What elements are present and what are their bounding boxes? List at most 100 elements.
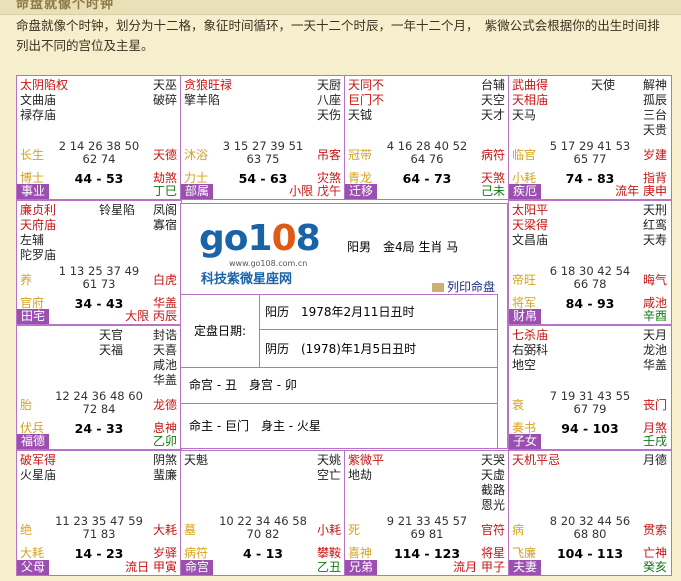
star-label: 天府庙: [20, 218, 57, 232]
life-stage: 帝旺: [512, 273, 537, 287]
stem-branch: 流月 甲子: [453, 560, 505, 574]
life-stage: 绝: [20, 523, 33, 537]
star-label: 蜚廉: [152, 468, 177, 482]
main-stars: 太阳平 天梁得 文昌庙: [512, 203, 548, 248]
palace-name[interactable]: 兄弟: [345, 560, 378, 575]
palace-cell[interactable]: 紫微平 地劫 天哭 天虚 截路 恩光 9 21 33 45 57 69 81 死官符 喜神 114…: [344, 450, 510, 576]
center-divider: [497, 294, 498, 448]
star-label: 铃星陷: [99, 203, 136, 217]
year-god: 官符: [480, 523, 505, 537]
life-stage: 长生: [20, 148, 45, 162]
star-label: 阴煞: [152, 453, 177, 467]
star-label: 红鸾: [642, 218, 667, 232]
palace-name[interactable]: 疾厄: [509, 184, 542, 199]
year-god: 晦气: [642, 273, 667, 287]
palace-name[interactable]: 命宫: [181, 560, 214, 575]
palace-name[interactable]: 父母: [17, 560, 50, 575]
star-label: 华盖: [152, 373, 177, 387]
palace-cell[interactable]: 太阴陷权 文曲庙 禄存庙 天巫 破碎 2 14 26 38 50 62 74 长生 天德 博士 4…: [16, 75, 182, 200]
palace-cell[interactable]: 天官 天福 封诰 天喜 咸池 华盖 12 24 36 48 60 72 84 胎龙德 伏兵 24 …: [16, 325, 182, 450]
star-label: 八座: [316, 93, 341, 107]
star-label: 破军得: [20, 453, 57, 467]
aux-stars: 解神 孤辰 三台 天贵: [643, 78, 667, 138]
palace-name[interactable]: 财帛: [509, 309, 542, 324]
star-label: 华盖: [642, 358, 667, 372]
palace-cell[interactable]: 破军得 火星庙 阴煞 蜚廉 11 23 35 47 59 71 83 绝大耗 大耗 14 - …: [16, 450, 182, 576]
palace-cell[interactable]: 天魁 天姚 空亡 10 22 34 46 58 70 82 墓小耗 病符 4 - 13 攀鞍命…: [180, 450, 346, 576]
stem-branch: 小限 戊午: [289, 184, 341, 198]
general-god: 将星: [480, 546, 505, 560]
star-label: 龙池: [642, 343, 667, 357]
logo-text-zero: 0: [271, 218, 297, 259]
stem-branch: 流年 庚申: [615, 184, 667, 198]
star-label: 左辅: [20, 233, 45, 247]
life-stage: 胎: [20, 398, 33, 412]
year-god: 岁建: [642, 148, 667, 162]
main-stars: 贪狼旺禄 擎羊陷: [184, 78, 232, 108]
palace-cell[interactable]: 天同不 巨门不 天钺 台辅 天空 天才 4 16 28 40 52 64 76 冠带 病符 青龙 6…: [344, 75, 510, 200]
palace-cell[interactable]: 天机平忌 月德 8 20 32 44 56 68 80 病贯索 飞廉 104 - 113 亡…: [508, 450, 672, 576]
star-label: 破碎: [152, 93, 177, 107]
star-label: 解神: [642, 78, 667, 92]
palace-name[interactable]: 福德: [17, 434, 50, 449]
logo-url: www.go108.com.cn: [229, 259, 308, 268]
star-label: 陀罗庙: [20, 248, 57, 262]
minor-stars: 天使: [591, 78, 615, 93]
palace-name[interactable]: 夫妻: [509, 560, 542, 575]
chart-info: 阳男 金4局 生肖 马: [347, 240, 459, 254]
star-label: 空亡: [316, 468, 341, 482]
main-stars: 七杀庙 右弼科 地空: [512, 328, 548, 373]
life-stage: 衰: [512, 398, 525, 412]
aux-stars: 阴煞 蜚廉: [153, 453, 177, 483]
star-label: 天马: [512, 108, 537, 122]
palace-cell[interactable]: 太阳平 天梁得 文昌庙 天刑 红鸾 天寿 6 18 30 42 54 66 78 帝旺 晦气 将军…: [508, 200, 672, 325]
minor-stars: 天官 天福: [99, 328, 123, 358]
solar-date: 阳历 1978年2月11日丑时: [259, 295, 497, 330]
logo-text-b: 8: [295, 218, 321, 259]
star-label: 天梁得: [512, 218, 549, 232]
print-chart-link[interactable]: 列印命盘: [431, 278, 495, 295]
main-stars: 紫微平 地劫: [348, 453, 384, 483]
star-label: 天贵: [642, 123, 667, 137]
print-label: 列印命盘: [446, 280, 495, 294]
palace-name[interactable]: 部属: [181, 184, 214, 199]
star-label: 擎羊陷: [184, 93, 221, 107]
palace-name[interactable]: 事业: [17, 184, 50, 199]
intro-text: 命盘就像个时钟，划分为十二格，象征时间循环，一天十二个时辰，一年十二个月， 紫微…: [16, 18, 660, 53]
main-stars: 天同不 巨门不 天钺: [348, 78, 384, 123]
star-label: 天伤: [316, 108, 341, 122]
palace-cell[interactable]: 武曲得 天相庙 天马 天使 解神 孤辰 三台 天贵 5 17 29 41 53 65 77 临官岁…: [508, 75, 672, 200]
aux-stars: 凤阁 寡宿: [153, 203, 177, 233]
year-god: 小耗: [316, 523, 341, 537]
star-label: 咸池: [152, 358, 177, 372]
star-label: 天寿: [642, 233, 667, 247]
star-label: 贪狼旺禄: [184, 78, 233, 92]
palace-name[interactable]: 田宅: [17, 309, 50, 324]
aux-stars: 台辅 天空 天才: [481, 78, 505, 123]
palace-name[interactable]: 子女: [509, 434, 542, 449]
stem-branch: 流日 甲寅: [125, 560, 177, 574]
star-label: 地空: [512, 358, 537, 372]
star-label: 天虚: [480, 468, 505, 482]
main-stars: 破军得 火星庙: [20, 453, 56, 483]
star-label: 文昌庙: [512, 233, 549, 247]
stem-branch: 乙卯: [152, 434, 177, 448]
star-label: 禄存庙: [20, 108, 57, 122]
main-stars: 廉贞利 天府庙 左辅 陀罗庙: [20, 203, 56, 263]
palace-cell[interactable]: 廉贞利 天府庙 左辅 陀罗庙 铃星陷 凤阁 寡宿 1 13 25 37 49 61 73 养白虎…: [16, 200, 182, 325]
star-label: 天巫: [152, 78, 177, 92]
general-god: 岁驿: [152, 546, 177, 560]
logo-cn: 科技紫微星座网: [201, 272, 293, 287]
star-label: 太阳平: [512, 203, 549, 217]
star-label: 天福: [99, 343, 124, 357]
stem-branch: 大限 丙辰: [125, 309, 177, 323]
star-label: 天同不: [348, 78, 385, 92]
palace-name[interactable]: 迁移: [345, 184, 378, 199]
page-header: 命盘就像个时钟: [16, 0, 115, 12]
star-label: 地劫: [348, 468, 373, 482]
star-label: 寡宿: [152, 218, 177, 232]
palace-cell[interactable]: 贪狼旺禄 擎羊陷 天厨 八座 天伤 3 15 27 39 51 63 75 沐浴 吊客 力士 54…: [180, 75, 346, 200]
stem-branch: 己未: [480, 184, 505, 198]
palace-cell[interactable]: 七杀庙 右弼科 地空 天月 龙池 华盖 7 19 31 43 55 67 79 衰丧门 奏书 94…: [508, 325, 672, 450]
star-label: 天使: [591, 78, 616, 92]
